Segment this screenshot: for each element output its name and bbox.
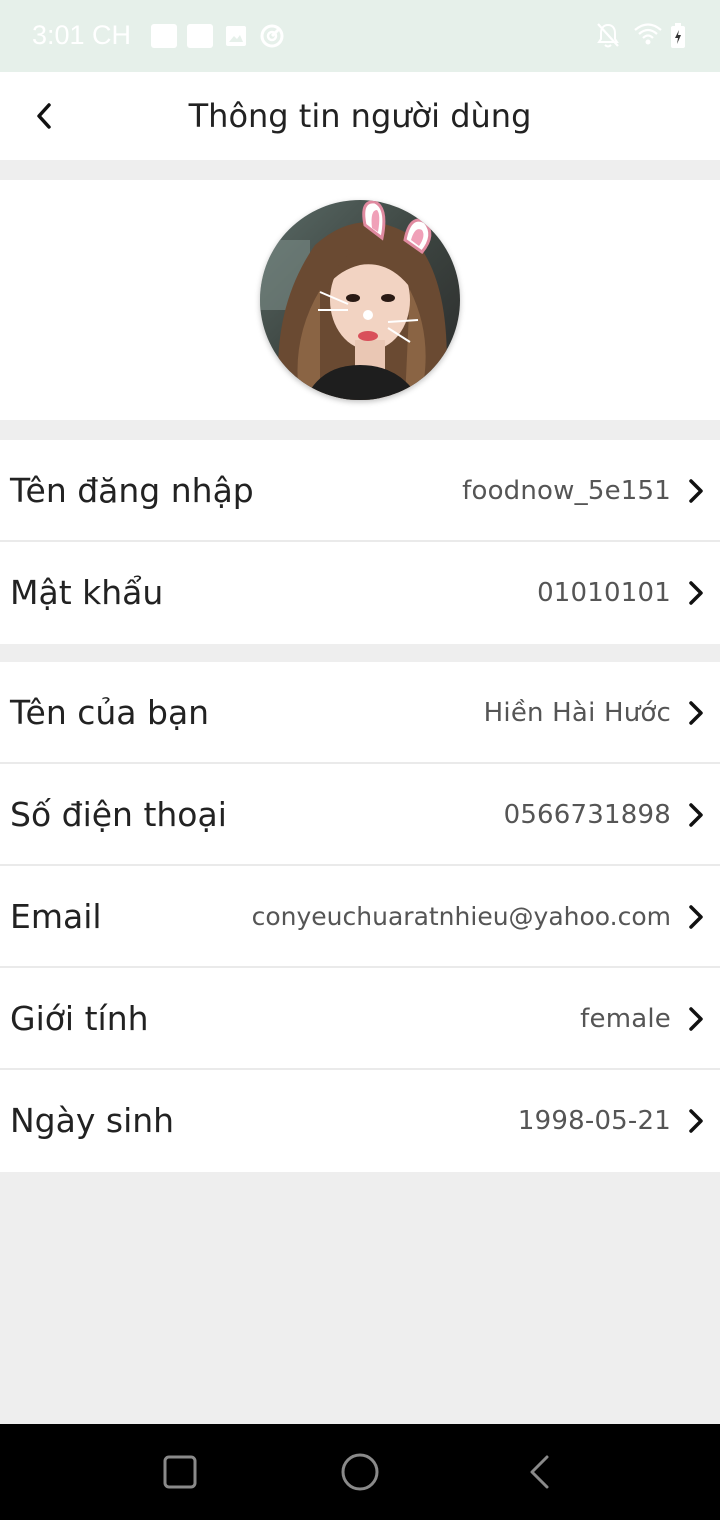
wifi-icon <box>634 23 662 45</box>
bell-off-icon <box>597 23 619 48</box>
page-title: Thông tin người dùng <box>188 97 532 135</box>
chevron-right-icon <box>689 581 703 605</box>
image-icon <box>226 26 246 46</box>
row-label: Tên của bạn <box>10 693 210 732</box>
profile-photo <box>260 200 460 400</box>
row-label: Số điện thoại <box>10 795 227 834</box>
status-time: 3:01 CH <box>32 20 132 50</box>
row-value: 1998-05-21 <box>517 1106 671 1136</box>
row-value: 01010101 <box>537 578 671 608</box>
chevron-right-icon <box>689 479 703 503</box>
status-bar: 3:01 CH <box>0 0 720 72</box>
row-birthday[interactable]: Ngày sinh 1998-05-21 <box>0 1070 720 1172</box>
avatar[interactable] <box>260 200 460 400</box>
row-value: female <box>580 1004 671 1034</box>
row-gender[interactable]: Giới tính female <box>0 968 720 1070</box>
chevron-right-icon <box>689 803 703 827</box>
chevron-right-icon <box>689 1007 703 1031</box>
row-value: 0566731898 <box>503 800 671 830</box>
notification-square-icon <box>151 24 177 48</box>
row-password[interactable]: Mật khẩu 01010101 <box>0 542 720 644</box>
home-circle-icon <box>341 1453 379 1491</box>
chevron-right-icon <box>689 1109 703 1133</box>
notification-square-icon <box>187 24 213 48</box>
recents-button[interactable] <box>156 1448 204 1496</box>
row-label: Giới tính <box>10 999 149 1038</box>
account-group: Tên đăng nhập foodnow_5e151 Mật khẩu 010… <box>0 440 720 644</box>
recents-square-icon <box>163 1455 197 1489</box>
row-email[interactable]: Email conyeuchuaratnhieu@yahoo.com <box>0 866 720 968</box>
row-phone[interactable]: Số điện thoại 0566731898 <box>0 764 720 866</box>
row-value: conyeuchuaratnhieu@yahoo.com <box>251 902 671 931</box>
system-back-button[interactable] <box>516 1448 564 1496</box>
data-saver-icon <box>260 24 284 48</box>
battery-charging-icon <box>671 23 685 48</box>
back-button[interactable] <box>20 92 68 140</box>
chevron-left-icon <box>37 103 51 129</box>
avatar-section <box>0 180 720 420</box>
row-label: Ngày sinh <box>10 1101 175 1140</box>
chevron-right-icon <box>689 701 703 725</box>
row-value: Hiền Hài Hước <box>483 698 671 728</box>
row-value: foodnow_5e151 <box>462 476 671 506</box>
row-label: Email <box>10 897 102 936</box>
info-group: Tên của bạn Hiền Hài Hước Số điện thoại … <box>0 662 720 1172</box>
app-bar: Thông tin người dùng <box>0 72 720 160</box>
chevron-right-icon <box>689 905 703 929</box>
row-name[interactable]: Tên của bạn Hiền Hài Hước <box>0 662 720 764</box>
row-username[interactable]: Tên đăng nhập foodnow_5e151 <box>0 440 720 542</box>
row-label: Mật khẩu <box>10 573 164 612</box>
row-label: Tên đăng nhập <box>10 471 254 510</box>
back-triangle-icon <box>530 1455 549 1489</box>
home-button[interactable] <box>336 1448 384 1496</box>
system-nav-bar <box>0 1424 720 1520</box>
